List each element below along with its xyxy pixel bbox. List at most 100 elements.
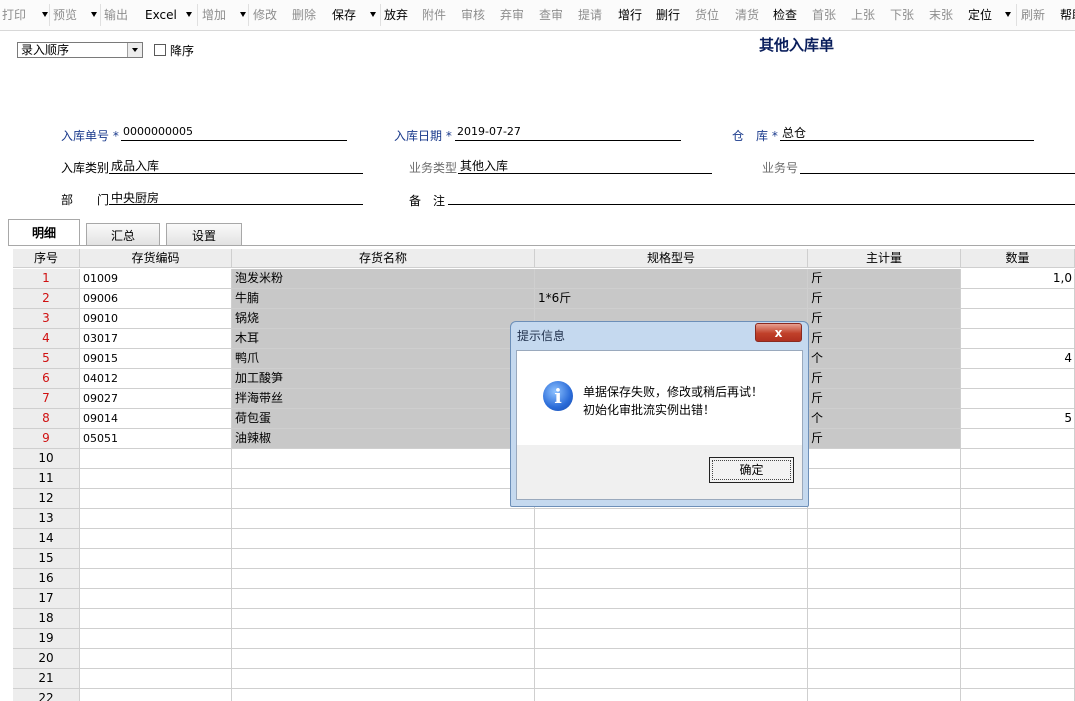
grid-cell-qty[interactable] [961, 369, 1075, 389]
dropdown-arrow-icon[interactable] [186, 12, 192, 17]
grid-cell-empty[interactable] [80, 629, 232, 649]
grid-cell-empty[interactable] [80, 689, 232, 701]
grid-cell-empty[interactable] [961, 489, 1075, 509]
toolbar-button-2[interactable]: 输出 [104, 0, 128, 30]
grid-cell-empty[interactable] [232, 529, 535, 549]
grid-cell-unit[interactable]: 斤 [808, 369, 961, 389]
dropdown-arrow-icon[interactable] [1005, 12, 1011, 17]
grid-cell-empty[interactable] [961, 669, 1075, 689]
grid-cell-empty[interactable] [961, 609, 1075, 629]
grid-cell-empty[interactable] [80, 549, 232, 569]
grid-cell-qty[interactable] [961, 389, 1075, 409]
grid-cell-empty[interactable] [808, 589, 961, 609]
grid-cell-spec[interactable]: 1*6斤 [535, 289, 808, 309]
dropdown-arrow-icon[interactable] [42, 12, 48, 17]
toolbar-button-18[interactable]: 检查 [773, 0, 797, 30]
grid-cell-empty[interactable] [80, 569, 232, 589]
biz-type-value[interactable]: 其他入库 [460, 157, 508, 174]
ok-button[interactable]: 确定 [709, 457, 794, 483]
grid-cell-code[interactable]: 09010 [80, 309, 232, 329]
toolbar-button-16[interactable]: 货位 [695, 0, 719, 30]
grid-cell-name[interactable]: 牛腩 [232, 289, 535, 309]
grid-cell-empty[interactable] [808, 629, 961, 649]
grid-cell-empty[interactable] [535, 669, 808, 689]
grid-cell-qty[interactable]: 1,0 [961, 269, 1075, 289]
grid-cell-qty[interactable] [961, 309, 1075, 329]
grid-cell-unit[interactable]: 个 [808, 409, 961, 429]
grid-cell-empty[interactable] [80, 489, 232, 509]
grid-cell-empty[interactable] [232, 609, 535, 629]
grid-cell-empty[interactable] [232, 569, 535, 589]
grid-cell-empty[interactable] [808, 449, 961, 469]
dropdown-arrow-icon[interactable] [370, 12, 376, 17]
grid-cell-name[interactable]: 油辣椒 [232, 429, 535, 449]
toolbar-button-21[interactable]: 下张 [890, 0, 914, 30]
grid-cell-empty[interactable] [535, 629, 808, 649]
toolbar-button-14[interactable]: 增行 [618, 0, 642, 30]
column-header[interactable]: 主计量 [808, 249, 961, 268]
toolbar-button-8[interactable]: 放弃 [384, 0, 408, 30]
grid-cell-name[interactable]: 泡发米粉 [232, 269, 535, 289]
grid-cell-empty[interactable] [232, 489, 535, 509]
grid-cell-empty[interactable] [535, 589, 808, 609]
toolbar-button-15[interactable]: 删行 [656, 0, 680, 30]
grid-cell-empty[interactable] [80, 509, 232, 529]
toolbar-button-12[interactable]: 查审 [539, 0, 563, 30]
toolbar-button-10[interactable]: 审核 [461, 0, 485, 30]
grid-cell-empty[interactable] [961, 549, 1075, 569]
grid-cell-empty[interactable] [808, 689, 961, 701]
grid-cell-empty[interactable] [808, 469, 961, 489]
grid-cell-empty[interactable] [232, 689, 535, 701]
toolbar-button-4[interactable]: 增加 [202, 0, 226, 30]
grid-cell-code[interactable]: 03017 [80, 329, 232, 349]
warehouse-value[interactable]: 总仓 [782, 124, 806, 141]
grid-cell-unit[interactable]: 斤 [808, 329, 961, 349]
grid-cell-empty[interactable] [808, 509, 961, 529]
grid-cell-unit[interactable]: 斤 [808, 289, 961, 309]
grid-cell-empty[interactable] [535, 649, 808, 669]
grid-cell-empty[interactable] [808, 649, 961, 669]
grid-cell-empty[interactable] [535, 509, 808, 529]
grid-cell-empty[interactable] [961, 649, 1075, 669]
grid-cell-unit[interactable]: 斤 [808, 389, 961, 409]
grid-cell-empty[interactable] [232, 509, 535, 529]
grid-cell-empty[interactable] [961, 629, 1075, 649]
grid-cell-empty[interactable] [80, 649, 232, 669]
date-value[interactable]: 2019-07-27 [457, 125, 521, 138]
grid-cell-empty[interactable] [808, 529, 961, 549]
column-header[interactable]: 规格型号 [535, 249, 808, 268]
toolbar-button-22[interactable]: 末张 [929, 0, 953, 30]
tab-settings[interactable]: 设置 [166, 223, 242, 245]
toolbar-button-25[interactable]: 帮助 [1060, 0, 1075, 30]
grid-cell-code[interactable]: 09014 [80, 409, 232, 429]
descending-checkbox[interactable] [154, 44, 166, 56]
toolbar-button-11[interactable]: 弃审 [500, 0, 524, 30]
grid-cell-unit[interactable]: 斤 [808, 309, 961, 329]
grid-cell-empty[interactable] [80, 589, 232, 609]
grid-cell-empty[interactable] [232, 549, 535, 569]
category-value[interactable]: 成品入库 [111, 157, 159, 174]
sort-order-select[interactable]: 录入顺序 [17, 42, 143, 58]
grid-cell-empty[interactable] [961, 689, 1075, 701]
toolbar-button-23[interactable]: 定位 [968, 0, 992, 30]
dropdown-arrow-icon[interactable] [240, 12, 246, 17]
grid-cell-empty[interactable] [232, 629, 535, 649]
grid-cell-empty[interactable] [961, 529, 1075, 549]
column-header[interactable]: 数量 [961, 249, 1075, 268]
grid-cell-empty[interactable] [232, 669, 535, 689]
grid-cell-empty[interactable] [808, 489, 961, 509]
toolbar-button-3[interactable]: Excel [145, 0, 177, 30]
grid-cell-empty[interactable] [232, 589, 535, 609]
grid-cell-empty[interactable] [535, 529, 808, 549]
grid-cell-empty[interactable] [232, 649, 535, 669]
close-icon[interactable]: x [755, 323, 802, 342]
grid-cell-empty[interactable] [535, 549, 808, 569]
grid-cell-empty[interactable] [80, 529, 232, 549]
grid-cell-empty[interactable] [961, 569, 1075, 589]
grid-cell-code[interactable]: 09027 [80, 389, 232, 409]
grid-cell-code[interactable]: 05051 [80, 429, 232, 449]
grid-cell-unit[interactable]: 斤 [808, 429, 961, 449]
grid-cell-code[interactable]: 09015 [80, 349, 232, 369]
toolbar-button-20[interactable]: 上张 [851, 0, 875, 30]
column-header[interactable]: 存货编码 [80, 249, 232, 268]
